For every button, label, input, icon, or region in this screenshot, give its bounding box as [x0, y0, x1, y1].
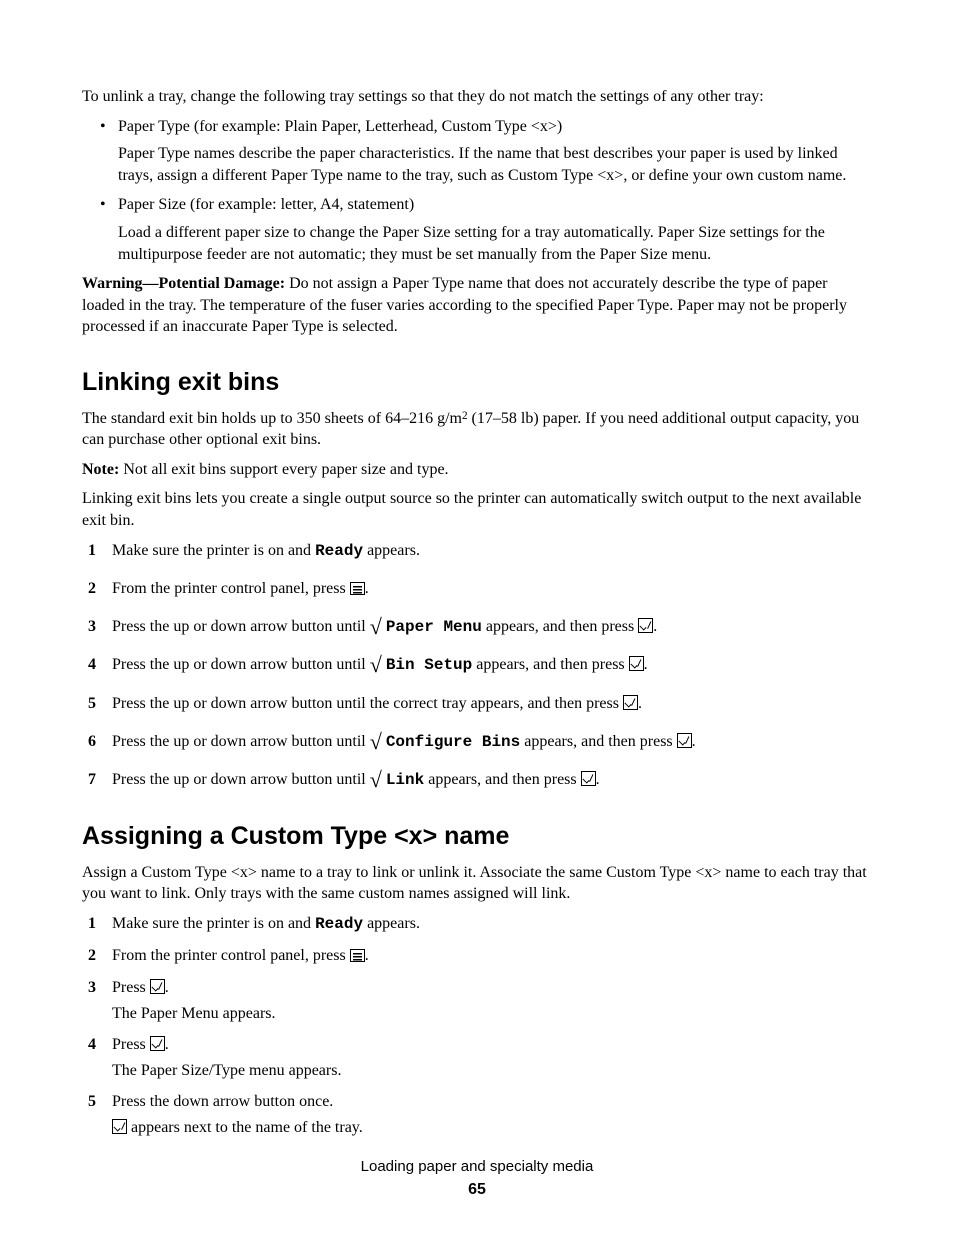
- check-icon: [638, 618, 653, 633]
- ready-label: Ready: [315, 915, 363, 933]
- txt: appears, and then press: [520, 733, 676, 750]
- bullet-body: Load a different paper size to change th…: [118, 222, 872, 265]
- step-7: Press the up or down arrow button until …: [112, 769, 872, 792]
- txt: Press the up or down arrow button until: [112, 656, 370, 673]
- txt: Press the down arrow button once.: [112, 1093, 333, 1110]
- radical-icon: √: [370, 773, 382, 786]
- intro: To unlink a tray, change the following t…: [82, 86, 872, 108]
- check-icon: [581, 771, 596, 786]
- check-icon: [150, 979, 165, 994]
- step-sub: The Paper Menu appears.: [112, 1003, 872, 1025]
- step-sub: The Paper Size/Type menu appears.: [112, 1060, 872, 1082]
- section-assigning-custom-type: Assigning a Custom Type <x> name: [82, 820, 872, 854]
- txt: Press the up or down arrow button until: [112, 618, 370, 635]
- bullet-body: Paper Type names describe the paper char…: [118, 143, 872, 186]
- configure-bins-label: Configure Bins: [386, 733, 520, 751]
- steps-linking: Make sure the printer is on and Ready ap…: [82, 540, 872, 792]
- sec1-note: Note: Not all exit bins support every pa…: [82, 459, 872, 481]
- txt: appears.: [363, 542, 420, 559]
- txt: Make sure the printer is on and: [112, 915, 315, 932]
- bullet-head: Paper Type (for example: Plain Paper, Le…: [118, 118, 562, 135]
- txt: From the printer control panel, press: [112, 580, 350, 597]
- warning-paragraph: Warning—Potential Damage: Do not assign …: [82, 273, 872, 338]
- check-icon: [629, 656, 644, 671]
- txt: Make sure the printer is on and: [112, 542, 315, 559]
- menu-icon: [350, 949, 365, 962]
- ready-label: Ready: [315, 542, 363, 560]
- txt: Press: [112, 1036, 150, 1053]
- page: To unlink a tray, change the following t…: [0, 0, 954, 1235]
- step-6: Press the up or down arrow button until …: [112, 731, 872, 754]
- txt: appears.: [363, 915, 420, 932]
- step-1: Make sure the printer is on and Ready ap…: [112, 913, 872, 936]
- sec1-p2: Linking exit bins lets you create a sing…: [82, 488, 872, 531]
- step-sub: appears next to the name of the tray.: [112, 1117, 872, 1139]
- check-icon: [150, 1036, 165, 1051]
- link-label: Link: [386, 771, 424, 789]
- menu-icon: [350, 582, 365, 595]
- check-icon: [623, 695, 638, 710]
- steps-custom-type: Make sure the printer is on and Ready ap…: [82, 913, 872, 1139]
- check-icon: [677, 733, 692, 748]
- step-2: From the printer control panel, press .: [112, 578, 872, 600]
- txt: The standard exit bin holds up to 350 sh…: [82, 410, 462, 427]
- txt: appears, and then press: [424, 771, 580, 788]
- txt: Press: [112, 979, 150, 996]
- step-3: Press the up or down arrow button until …: [112, 616, 872, 639]
- txt: Press the up or down arrow button until: [112, 771, 370, 788]
- radical-icon: √: [370, 735, 382, 748]
- txt: Press the up or down arrow button until …: [112, 695, 623, 712]
- sec1-p1: The standard exit bin holds up to 350 sh…: [82, 408, 872, 451]
- section-linking-exit-bins: Linking exit bins: [82, 366, 872, 400]
- step-4: Press the up or down arrow button until …: [112, 654, 872, 677]
- footer-title: Loading paper and specialty media: [0, 1157, 954, 1177]
- sec2-p1: Assign a Custom Type <x> name to a tray …: [82, 862, 872, 905]
- bullet-paper-size: Paper Size (for example: letter, A4, sta…: [118, 194, 872, 265]
- radical-icon: √: [370, 658, 382, 671]
- warning-label: Warning—Potential Damage:: [82, 275, 285, 292]
- radical-icon: √: [370, 620, 382, 633]
- page-footer: Loading paper and specialty media 65: [0, 1157, 954, 1201]
- step-4: Press . The Paper Size/Type menu appears…: [112, 1034, 872, 1081]
- step-1: Make sure the printer is on and Ready ap…: [112, 540, 872, 563]
- txt: Press the up or down arrow button until: [112, 733, 370, 750]
- note-body: Not all exit bins support every paper si…: [119, 461, 448, 478]
- txt: appears next to the name of the tray.: [127, 1119, 363, 1136]
- step-3: Press . The Paper Menu appears.: [112, 977, 872, 1024]
- txt: From the printer control panel, press: [112, 947, 350, 964]
- footer-page-number: 65: [0, 1179, 954, 1201]
- check-icon: [112, 1119, 127, 1134]
- txt: appears, and then press: [472, 656, 628, 673]
- bullet-paper-type: Paper Type (for example: Plain Paper, Le…: [118, 116, 872, 187]
- txt: appears, and then press: [482, 618, 638, 635]
- bin-setup-label: Bin Setup: [386, 656, 472, 674]
- step-2: From the printer control panel, press .: [112, 945, 872, 967]
- note-label: Note:: [82, 461, 119, 478]
- step-5: Press the up or down arrow button until …: [112, 693, 872, 715]
- step-5: Press the down arrow button once. appear…: [112, 1091, 872, 1138]
- unlink-bullets: Paper Type (for example: Plain Paper, Le…: [82, 116, 872, 266]
- bullet-head: Paper Size (for example: letter, A4, sta…: [118, 196, 414, 213]
- paper-menu-label: Paper Menu: [386, 618, 482, 636]
